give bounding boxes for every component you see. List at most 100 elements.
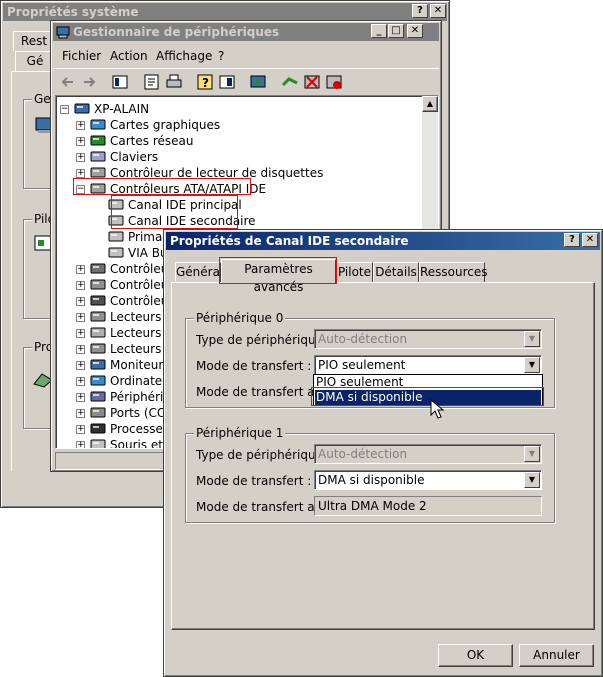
svg-text:?: ?	[202, 76, 209, 90]
tree-row-label: VIA Bu	[128, 246, 168, 260]
ide-channel-icon	[108, 247, 124, 258]
expand-plus-icon[interactable]: +	[76, 153, 85, 162]
tab-general[interactable]: Général	[175, 262, 223, 282]
menu-fichier[interactable]: Fichier	[62, 49, 101, 63]
device-1-type-select: Auto-détection ▼	[314, 444, 542, 464]
system-properties-title: Propriétés système	[7, 5, 139, 19]
tab-panel: Périphérique 0 Type de périphérique : Au…	[171, 282, 595, 630]
forward-arrow-icon[interactable]	[80, 73, 98, 91]
expand-plus-icon[interactable]: +	[76, 377, 85, 386]
expand-plus-icon[interactable]: +	[76, 393, 85, 402]
network-card-icon	[90, 135, 106, 146]
expand-plus-icon[interactable]: +	[76, 265, 85, 274]
ok-button[interactable]: OK	[438, 644, 513, 667]
sound-controller-icon	[90, 263, 106, 274]
menu-separator	[53, 68, 439, 69]
toolbar: ?	[53, 70, 439, 94]
mouse-icon	[90, 439, 106, 448]
expand-plus-icon[interactable]: +	[76, 121, 85, 130]
computer-small-icon	[90, 375, 106, 386]
expand-plus-icon[interactable]: +	[76, 297, 85, 306]
uninstall-device-icon[interactable]	[325, 73, 343, 91]
expand-plus-icon[interactable]: +	[76, 345, 85, 354]
scan-hardware-icon[interactable]	[249, 73, 267, 91]
drive-icon	[90, 343, 106, 354]
highlight-advanced-tab	[219, 257, 337, 284]
expand-plus-icon[interactable]: +	[76, 425, 85, 434]
menu-affichage[interactable]: Affichage	[156, 49, 212, 63]
scroll-up-button[interactable]: ▲	[422, 96, 438, 112]
tree-row-label: Claviers	[110, 150, 159, 164]
device-0-mode-select[interactable]: PIO seulement ▼	[314, 355, 542, 375]
tree-row-label: Moniteurs	[110, 358, 170, 372]
device-1-active-mode-value: Ultra DMA Mode 2	[314, 496, 542, 516]
display-adapter-icon	[90, 119, 106, 130]
help-button[interactable]: ?	[564, 233, 580, 247]
system-properties-titlebar[interactable]: Propriétés système	[3, 3, 447, 21]
ide-properties-dialog: Propriétés de Canal IDE secondaire ? ✕ G…	[163, 229, 603, 677]
highlight-dma-option	[311, 387, 544, 406]
monitor-icon	[90, 359, 106, 370]
expand-plus-icon[interactable]: +	[76, 169, 85, 178]
highlight-ata-controllers	[73, 178, 251, 195]
update-driver-icon[interactable]	[281, 73, 299, 91]
close-button[interactable]: ✕	[582, 233, 598, 247]
device-0-type-label: Type de périphérique :	[196, 333, 331, 347]
usb-controller-icon	[90, 295, 106, 306]
chevron-down-icon: ▼	[524, 446, 540, 462]
tab-resources[interactable]: Ressources	[419, 262, 488, 282]
device-1-group: Périphérique 1 Type de périphérique : Au…	[185, 426, 555, 523]
menu-action[interactable]: Action	[110, 49, 148, 63]
maximize-button[interactable]: □	[388, 24, 404, 38]
expand-plus-icon[interactable]: +	[76, 313, 85, 322]
highlight-ide-channels	[111, 195, 238, 229]
help-icon[interactable]: ?	[196, 73, 214, 91]
chevron-down-icon[interactable]: ▼	[524, 357, 540, 373]
up-level-icon[interactable]	[111, 73, 129, 91]
tree-row-label: Cartes réseau	[110, 134, 194, 148]
minimize-button[interactable]: _	[371, 24, 387, 38]
tab-general-fragment[interactable]: Gé	[15, 51, 55, 71]
properties-icon[interactable]	[143, 73, 161, 91]
expand-plus-icon[interactable]: +	[76, 137, 85, 146]
disk-drive-icon	[90, 311, 106, 322]
print-icon[interactable]	[165, 73, 183, 91]
tab-details[interactable]: Détails	[373, 262, 419, 282]
tab-driver[interactable]: Pilote	[336, 262, 373, 282]
device-1-title: Périphérique 1	[194, 426, 286, 440]
expand-plus-icon[interactable]: +	[76, 409, 85, 418]
tree-row[interactable]: − XP-ALAIN	[56, 101, 416, 117]
expand-plus-icon[interactable]: +	[76, 281, 85, 290]
peripheral-icon	[90, 391, 106, 402]
chevron-down-icon[interactable]: ▼	[524, 472, 540, 488]
menu-bar: Fichier Action Affichage ?	[53, 49, 439, 67]
ide-properties-titlebar[interactable]: Propriétés de Canal IDE secondaire	[166, 232, 600, 250]
device-1-mode-select[interactable]: DMA si disponible ▼	[314, 470, 542, 490]
tree-row[interactable]: + Cartes réseau	[56, 133, 416, 149]
back-arrow-icon[interactable]	[59, 73, 77, 91]
tree-row-label: Primar	[128, 230, 168, 244]
device-0-mode-label: Mode de transfert :	[196, 359, 312, 373]
disable-device-icon[interactable]	[303, 73, 321, 91]
expand-plus-icon[interactable]: +	[76, 329, 85, 338]
processor-icon	[90, 423, 106, 434]
device-1-mode-label: Mode de transfert :	[196, 474, 312, 488]
tab-restore-fragment[interactable]: Rest	[13, 31, 55, 51]
expand-plus-icon[interactable]: +	[76, 441, 85, 448]
menu-help[interactable]: ?	[218, 49, 224, 63]
cdrom-drive-icon	[90, 327, 106, 338]
ide-channel-icon	[108, 231, 124, 242]
computer-icon	[74, 103, 90, 114]
device-0-title: Périphérique 0	[194, 311, 286, 325]
view-icon[interactable]	[218, 73, 236, 91]
tree-row[interactable]: + Cartes graphiques	[56, 117, 416, 133]
tree-row[interactable]: + Claviers	[56, 149, 416, 165]
tree-row-label: XP-ALAIN	[94, 102, 150, 116]
cancel-button[interactable]: Annuler	[519, 644, 594, 667]
help-button[interactable]: ?	[412, 4, 428, 18]
collapse-minus-icon[interactable]: −	[60, 105, 69, 114]
close-button[interactable]: ✕	[430, 4, 446, 18]
expand-plus-icon[interactable]: +	[76, 361, 85, 370]
close-button[interactable]: ✕	[407, 24, 423, 38]
tree-row-label: Cartes graphiques	[110, 118, 221, 132]
